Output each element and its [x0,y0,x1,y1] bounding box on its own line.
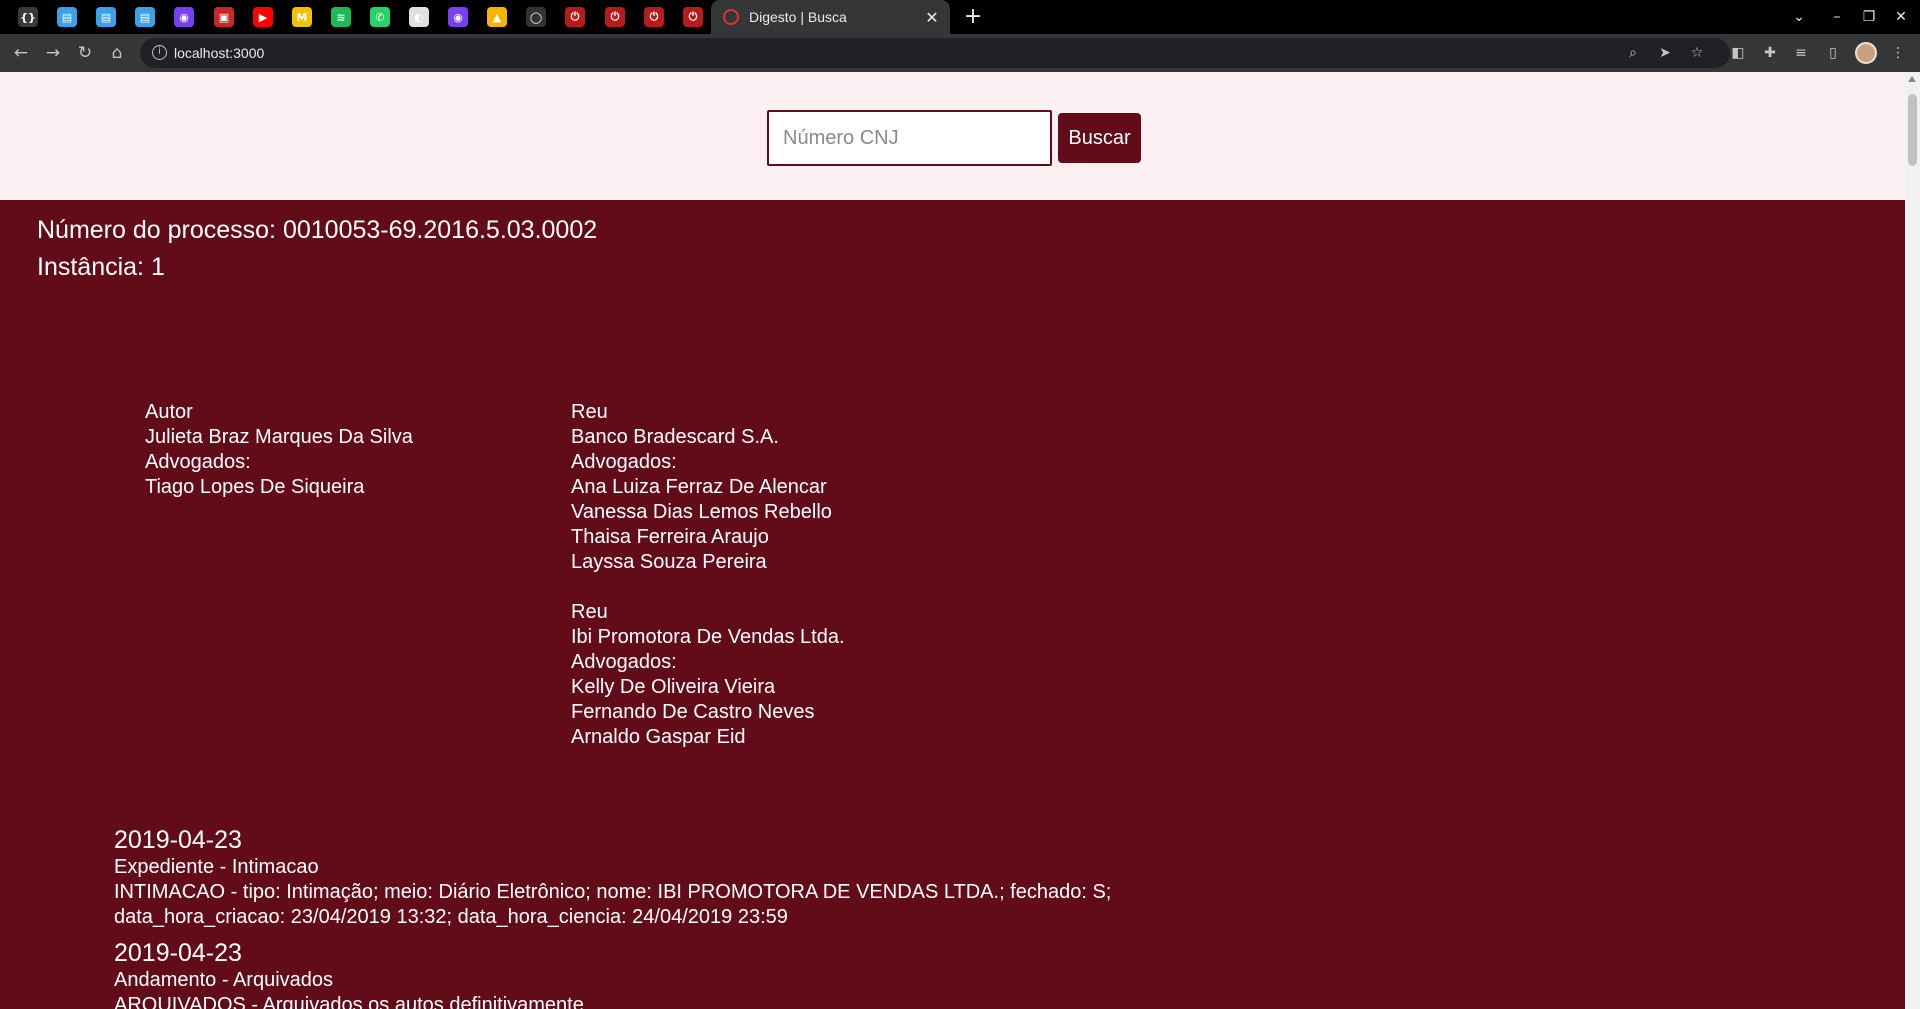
tab-title: Digesto | Busca [749,9,847,25]
lawyers-label: Advogados: [571,651,677,673]
lawyer-name: Tiago Lopes De Siqueira [145,476,365,498]
movement-date: 2019-04-23 [114,939,242,967]
forward-icon[interactable]: → [41,41,65,65]
whatsapp-icon[interactable]: ✆ [370,7,390,27]
lawyers-label: Advogados: [571,451,677,473]
address-bar[interactable]: i localhost:3000 ⌕ ➤ ☆ [140,38,1730,68]
movement-type: Andamento - Arquivados [114,969,334,991]
movement-date: 2019-04-23 [114,826,242,854]
purple-app-icon[interactable]: ◉ [174,7,194,27]
movement-item: 2019-04-23 Expediente - Intimacao INTIMA… [114,825,1144,930]
menu-kebab-icon[interactable]: ⋮ [1888,43,1908,63]
page-viewport: Buscar Número do processo: 0010053-69.20… [0,72,1905,1009]
youtube-icon[interactable]: ▶ [253,7,273,27]
browser-toolbar: ← → ↻ ⌂ i localhost:3000 ⌕ ➤ ☆ ◧ ✚ ≡ ▯ ⋮ [0,34,1920,72]
yellow-app-icon[interactable]: M [292,7,312,27]
party-name: Ibi Promotora De Vendas Ltda. [571,626,845,648]
docs-icon[interactable]: ▤ [96,7,116,27]
tab-strip: {} ▤ ▤ ▤ ◉ ▣ ▶ M ≋ ✆ ◐ ◉ ▲ ◯ ⏻ ⏻ ⏻ ⏻ Digesto | Busca ✕ + … [0,0,1920,34]
bookmark-star-icon[interactable]: ☆ [1687,43,1707,63]
movement-description: INTIMACAO - tipo: Intimação; meio: Diári… [114,881,1112,928]
party-role: Reu [571,401,608,423]
reload-icon[interactable]: ↻ [73,41,97,65]
movement-item: 2019-04-23 Andamento - Arquivados ARQUIV… [114,938,1144,1009]
red-app-icon[interactable]: ▣ [214,7,234,27]
lawyer-name: Thaisa Ferreira Araujo [571,526,769,548]
process-instance: Instância: 1 [37,253,165,281]
new-tab-icon[interactable]: + [960,3,986,31]
lawyer-name: Layssa Souza Pereira [571,551,767,573]
github-icon[interactable]: ◯ [526,7,546,27]
party-reu: Reu Banco Bradescard S.A. Advogados: Ana… [571,400,832,575]
lawyer-name: Vanessa Dias Lemos Rebello [571,501,832,523]
devtools-icon[interactable]: {} [18,7,38,27]
home-icon[interactable]: ⌂ [105,41,129,65]
buscar-button[interactable]: Buscar [1058,113,1141,163]
party-role: Reu [571,601,608,623]
power-icon[interactable]: ⏻ [565,7,585,27]
scrollbar-thumb[interactable] [1908,94,1917,166]
scroll-up-icon[interactable] [1908,76,1916,82]
party-role: Autor [145,401,193,423]
send-icon[interactable]: ➤ [1655,43,1675,63]
lawyer-name: Kelly De Oliveira Vieira [571,676,776,698]
zoom-icon[interactable]: ⌕ [1623,43,1643,63]
globe-icon[interactable]: ◐ [409,7,429,27]
power-icon[interactable]: ⏻ [605,7,625,27]
tab-search-chevron-icon[interactable]: ⌄ [1787,5,1811,29]
extensions-puzzle-icon[interactable]: ✚ [1760,43,1780,63]
spotify-icon[interactable]: ≋ [331,7,351,27]
power-icon[interactable]: ⏻ [644,7,664,27]
lawyer-name: Fernando De Castro Neves [571,701,815,723]
restore-icon[interactable]: ❐ [1857,5,1881,29]
search-header: Buscar [0,72,1905,200]
site-info-icon[interactable]: i [152,45,167,60]
party-autor: Autor Julieta Braz Marques Da Silva Advo… [145,400,413,500]
url-text[interactable]: localhost:3000 [174,45,264,61]
power-icon[interactable]: ⏻ [683,7,703,27]
drive-icon[interactable]: ▲ [487,7,507,27]
party-name: Banco Bradescard S.A. [571,426,779,448]
party-reu: Reu Ibi Promotora De Vendas Ltda. Advoga… [571,600,845,750]
cnj-search-input[interactable] [767,110,1052,166]
tab-favicon-icon [723,9,739,25]
profile-avatar[interactable] [1855,42,1877,64]
tab-close-icon[interactable]: ✕ [920,8,944,27]
lawyer-name: Arnaldo Gaspar Eid [571,726,746,748]
docs-icon[interactable]: ▤ [57,7,77,27]
purple-app-icon[interactable]: ◉ [448,7,468,27]
movement-description: ARQUIVADOS - Arquivados os autos definit… [114,994,584,1009]
back-icon[interactable]: ← [9,41,33,65]
movement-type: Expediente - Intimacao [114,856,319,878]
extension-shield-icon[interactable]: ◧ [1728,43,1748,63]
page-scrollbar[interactable] [1905,72,1920,1009]
lawyer-name: Ana Luiza Ferraz De Alencar [571,476,827,498]
lawyers-label: Advogados: [145,451,251,473]
minimize-icon[interactable]: – [1825,5,1849,29]
party-name: Julieta Braz Marques Da Silva [145,426,413,448]
media-queue-icon[interactable]: ≡ [1791,43,1811,63]
side-panel-icon[interactable]: ▯ [1823,43,1843,63]
docs-icon[interactable]: ▤ [135,7,155,27]
tab-active[interactable]: Digesto | Busca ✕ [711,0,950,34]
process-number: Número do processo: 0010053-69.2016.5.03… [37,216,598,244]
window-close-icon[interactable]: ✕ [1889,5,1913,29]
